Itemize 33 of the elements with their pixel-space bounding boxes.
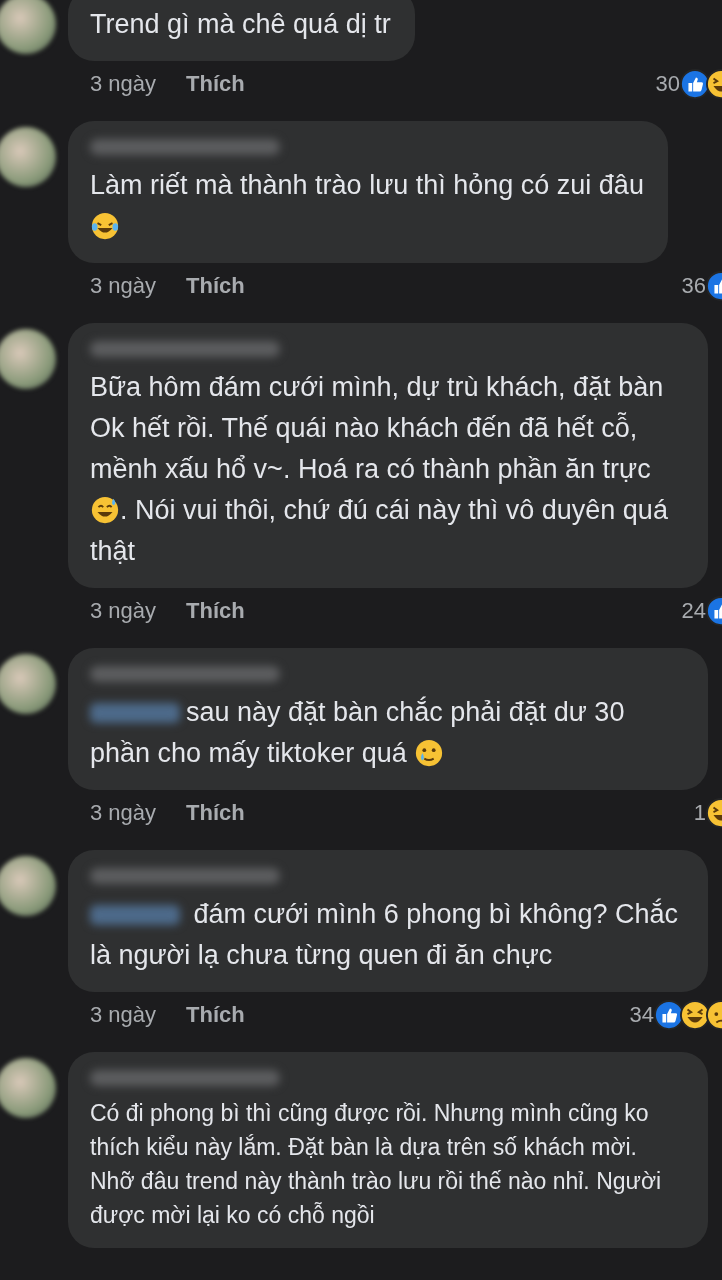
comment-text: sau này đặt bàn chắc phải đặt dư 30 phần cho mấy tiktoker quá [90,695,626,770]
avatar[interactable] [0,1058,56,1118]
avatar[interactable] [0,329,56,389]
comment-time: 3 ngày [90,598,157,624]
like-link[interactable]: Thích [186,71,245,97]
avatar[interactable] [0,0,56,54]
comment-text: Trend gì mà chê quá dị tr [90,8,391,41]
sweat-smile-emoji-icon [90,495,120,525]
comment-time: 3 ngày [90,800,157,826]
comment-time: 3 ngày [90,1002,157,1028]
reaction-count: 24 [681,598,706,624]
comment-time: 3 ngày [90,273,157,299]
avatar[interactable] [0,127,56,187]
laughing-tears-emoji-icon [90,211,120,241]
like-icon [654,1000,684,1030]
comment-time: 3 ngày [90,71,157,97]
reaction-count: 30 [655,71,680,97]
reaction-count: 1 [693,800,706,826]
comment-text: Có đi phong bì thì cũng được rồi. Nhưng mình cũng ko thích kiểu này lắm. Đặt bàn là dựa trên số khách mời. Nhỡ đâu trend này thành trào lưu rồi thế nào nhỉ. Người được mời lại ko có chỗ ngồi [90,1099,663,1230]
avatar[interactable] [0,856,56,916]
laughing-emoji-icon [680,1000,710,1030]
comment-text: Bữa hôm đám cưới mình, dự trù khách, đặt bàn Ok hết rồi. Thế quái nào khách đến đã hết cỗ, mềnh xấu hổ v~. Hoá ra có thành phần ăn trực . Nói vui thôi, chứ đú cái này thì vô duyên quá thật [90,371,669,568]
comment-text: đám cưới mình 6 phong bì không? Chắc là người lạ chưa từng quen đi ăn chực [90,897,680,972]
comment-text: Làm riết mà thành trào lưu thì hỏng có zui đâu [90,165,644,247]
teary-smile-emoji-icon [414,738,445,768]
like-link[interactable]: Thích [186,1002,245,1028]
like-link[interactable]: Thích [186,598,245,624]
like-link[interactable]: Thích [186,273,245,299]
like-link[interactable]: Thích [186,800,245,826]
like-icon [680,69,710,99]
reaction-count: 36 [681,273,706,299]
reaction-count: 34 [629,1002,654,1028]
avatar[interactable] [0,654,56,714]
